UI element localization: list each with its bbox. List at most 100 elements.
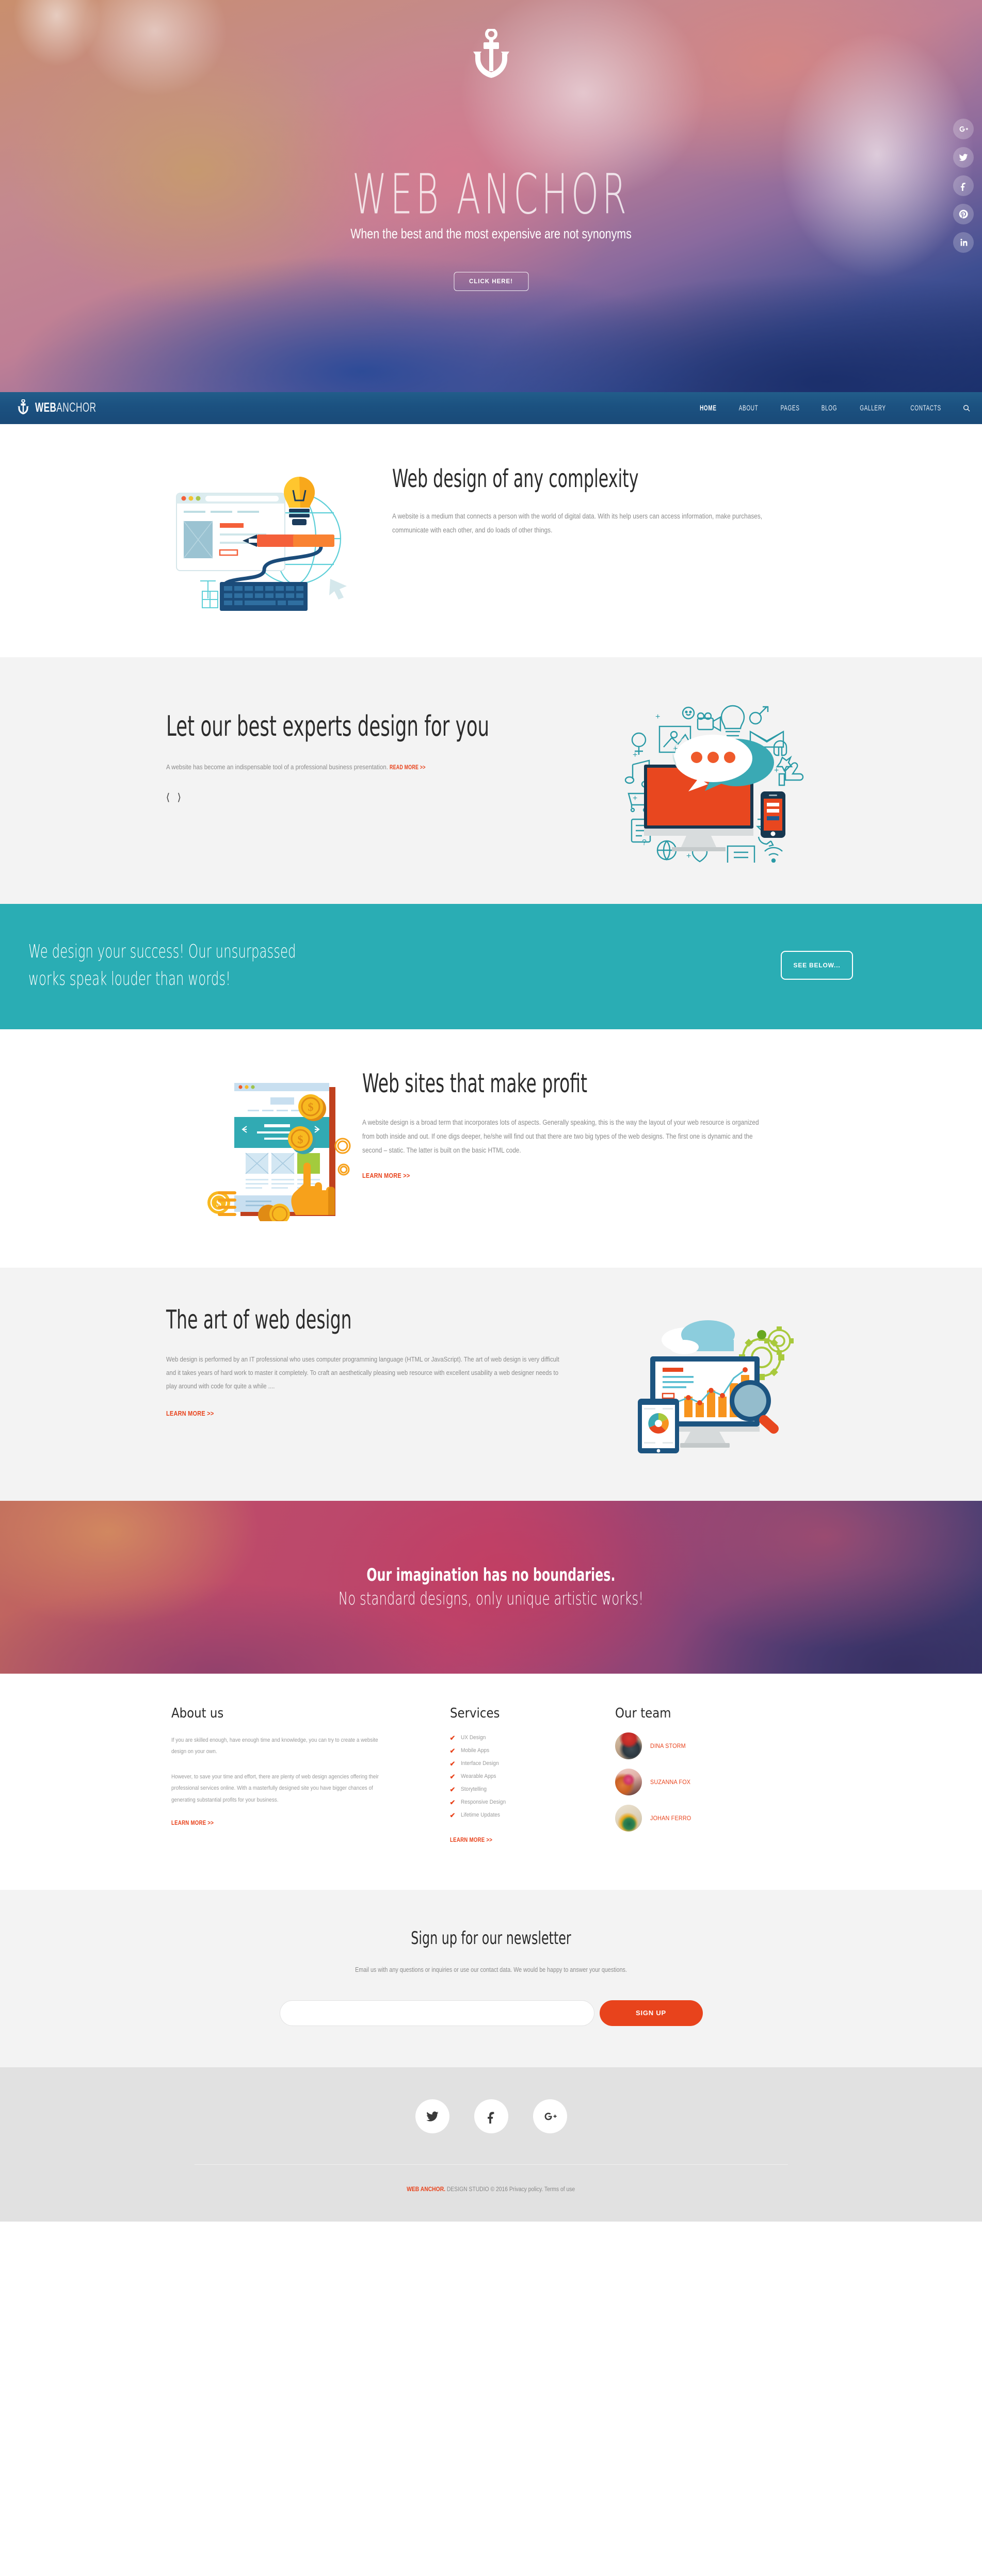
- list-item[interactable]: SUZANNA FOX: [615, 1768, 801, 1795]
- carousel-controls: ⟨ ⟩: [166, 792, 517, 803]
- avatar: [615, 1804, 642, 1832]
- nav-item-blog[interactable]: BLOG: [822, 404, 837, 413]
- hero-social-rail: [953, 119, 974, 253]
- section-body-profit: A website design is a broad term that in…: [362, 1118, 759, 1154]
- nav-item-home[interactable]: HOME: [700, 404, 717, 413]
- twitter-icon[interactable]: [953, 147, 974, 168]
- svg-text:+: +: [633, 751, 637, 759]
- list-item[interactable]: ✔ Wearable Apps: [450, 1773, 605, 1780]
- hero-section: WEB ANCHOR When the best and the most ex…: [0, 0, 982, 392]
- section-body-experts: A website has become an indispensable to…: [166, 760, 484, 774]
- chevron-left-icon[interactable]: ⟨: [166, 792, 170, 803]
- footer-social-links: [0, 2099, 982, 2133]
- read-more-link-experts[interactable]: READ MORE >>: [390, 761, 426, 773]
- search-icon[interactable]: [962, 404, 971, 412]
- section-heading-complexity: Web design of any complexity: [392, 464, 638, 493]
- avatar: [615, 1768, 642, 1795]
- list-item[interactable]: ✔ Mobile Apps: [450, 1747, 605, 1754]
- section-body-art: Web design is performed by an IT profess…: [166, 1355, 559, 1390]
- svg-text:$: $: [297, 1133, 303, 1146]
- hero-cta-button[interactable]: CLICK HERE!: [454, 272, 528, 291]
- anchor-icon: [0, 29, 982, 79]
- svg-text:+: +: [774, 766, 779, 775]
- avatar: [615, 1732, 642, 1759]
- footer-column-about: About us If you are skilled enough, have…: [166, 1706, 404, 1828]
- twitter-icon[interactable]: [415, 2099, 449, 2133]
- bottom-footer: WEB ANCHOR. DESIGN STUDIO © 2016 Privacy…: [0, 2067, 982, 2222]
- svg-text:$: $: [308, 1100, 313, 1113]
- check-icon: ✔: [449, 1759, 456, 1768]
- about-heading: About us: [171, 1705, 223, 1721]
- section-heading-profit: Web sites that make profit: [362, 1068, 587, 1098]
- google-plus-icon[interactable]: [533, 2099, 567, 2133]
- footer-column-services: Services ✔ UX Design ✔ Mobile Apps ✔ Interf…: [450, 1706, 605, 1844]
- imagination-line-2: No standard designs, only unique artisti…: [338, 1589, 644, 1610]
- svg-text:+: +: [633, 794, 637, 803]
- illustration-communication: + + + + + + + + ?: [610, 698, 816, 863]
- illustration-analytics: [631, 1305, 816, 1456]
- svg-text:+: +: [655, 712, 660, 721]
- footer-column-team: Our team DINA STORM SUZANNA FOX JOHAN FE…: [615, 1706, 801, 1841]
- check-icon: ✔: [449, 1772, 456, 1780]
- list-item[interactable]: DINA STORM: [615, 1732, 801, 1759]
- linkedin-icon[interactable]: [953, 232, 974, 253]
- google-plus-icon[interactable]: [953, 119, 974, 139]
- section-teal-cta: We design your success! Our unsurpassed …: [0, 904, 982, 1029]
- section-heading-art: The art of web design: [166, 1304, 352, 1335]
- hero-title: WEB ANCHOR: [39, 163, 943, 227]
- copyright-text: DESIGN STUDIO © 2016 Privacy policy. Ter…: [445, 2186, 575, 2193]
- list-item[interactable]: ✔ UX Design: [450, 1735, 605, 1741]
- nav-item-gallery[interactable]: GALLERY: [860, 404, 886, 413]
- illustration-profit: $ $ $: [166, 1068, 350, 1221]
- section-heading-experts: Let our best experts design for you: [166, 710, 489, 742]
- nav-item-pages[interactable]: PAGES: [780, 404, 799, 413]
- svg-text:+: +: [686, 852, 691, 861]
- section-body-complexity: A website is a medium that connects a pe…: [392, 512, 762, 534]
- main-navbar: WEBANCHOR HOME ABOUT PAGES BLOG GALLERY …: [0, 392, 982, 424]
- team-member-name: SUZANNA FOX: [650, 1778, 690, 1786]
- anchor-logo-icon: [18, 398, 29, 417]
- teal-cta-text: We design your success! Our unsurpassed …: [28, 941, 296, 990]
- illustration-web-design: [166, 460, 373, 611]
- services-heading: Services: [449, 1705, 500, 1721]
- check-icon: ✔: [449, 1746, 456, 1755]
- about-paragraph-2: However, to save your time and effort, t…: [171, 1773, 379, 1803]
- navbar-links: HOME ABOUT PAGES BLOG GALLERY CONTACTS: [698, 404, 971, 412]
- pinterest-icon[interactable]: [953, 204, 974, 224]
- hero-title-light: ANCHOR: [456, 163, 630, 227]
- list-item[interactable]: JOHAN FERRO: [615, 1804, 801, 1832]
- chevron-right-icon[interactable]: ⟩: [177, 792, 181, 803]
- learn-more-link-services[interactable]: LEARN MORE >>: [450, 1837, 492, 1843]
- team-list: DINA STORM SUZANNA FOX JOHAN FERRO: [615, 1732, 801, 1832]
- nav-item-contacts[interactable]: CONTACTS: [910, 404, 941, 413]
- facebook-icon[interactable]: [474, 2099, 508, 2133]
- newsletter-section: Sign up for our newsletter Email us with…: [0, 1889, 982, 2067]
- section-art-of-web-design: The art of web design Web design is perf…: [0, 1267, 982, 1501]
- navbar-brand[interactable]: WEBANCHOR: [18, 398, 110, 417]
- newsletter-form: SIGN UP: [0, 2000, 982, 2026]
- learn-more-link-art[interactable]: LEARN MORE >>: [166, 1409, 214, 1417]
- list-item[interactable]: ✔ Storytelling: [450, 1786, 605, 1793]
- newsletter-heading: Sign up for our newsletter: [411, 1927, 571, 1949]
- list-item[interactable]: ✔ Responsive Design: [450, 1799, 605, 1806]
- team-member-name: JOHAN FERRO: [650, 1814, 691, 1822]
- list-item[interactable]: ✔ Lifetime Updates: [450, 1812, 605, 1819]
- hero-title-bold: WEB: [352, 163, 442, 227]
- page-root: WEB ANCHOR When the best and the most ex…: [0, 0, 982, 2222]
- facebook-icon[interactable]: [953, 175, 974, 196]
- check-icon: ✔: [449, 1811, 456, 1819]
- learn-more-link-profit[interactable]: LEARN MORE >>: [362, 1172, 410, 1179]
- navbar-brand-bold: WEB: [35, 400, 57, 415]
- learn-more-link-about[interactable]: LEARN MORE >>: [171, 1820, 214, 1826]
- about-paragraph-1: If you are skilled enough, have enough t…: [171, 1737, 378, 1755]
- check-icon: ✔: [449, 1733, 456, 1742]
- svg-text:?: ?: [642, 838, 647, 847]
- see-below-button[interactable]: SEE BELOW...: [781, 951, 853, 980]
- list-item[interactable]: ✔ Interface Design: [450, 1760, 605, 1767]
- check-icon: ✔: [449, 1798, 456, 1806]
- team-member-name: DINA STORM: [650, 1742, 686, 1749]
- signup-button[interactable]: SIGN UP: [599, 2000, 703, 2026]
- nav-item-about[interactable]: ABOUT: [738, 404, 758, 413]
- hero-subtitle: When the best and the most expensive are…: [350, 225, 632, 241]
- newsletter-email-input[interactable]: [279, 2000, 594, 2026]
